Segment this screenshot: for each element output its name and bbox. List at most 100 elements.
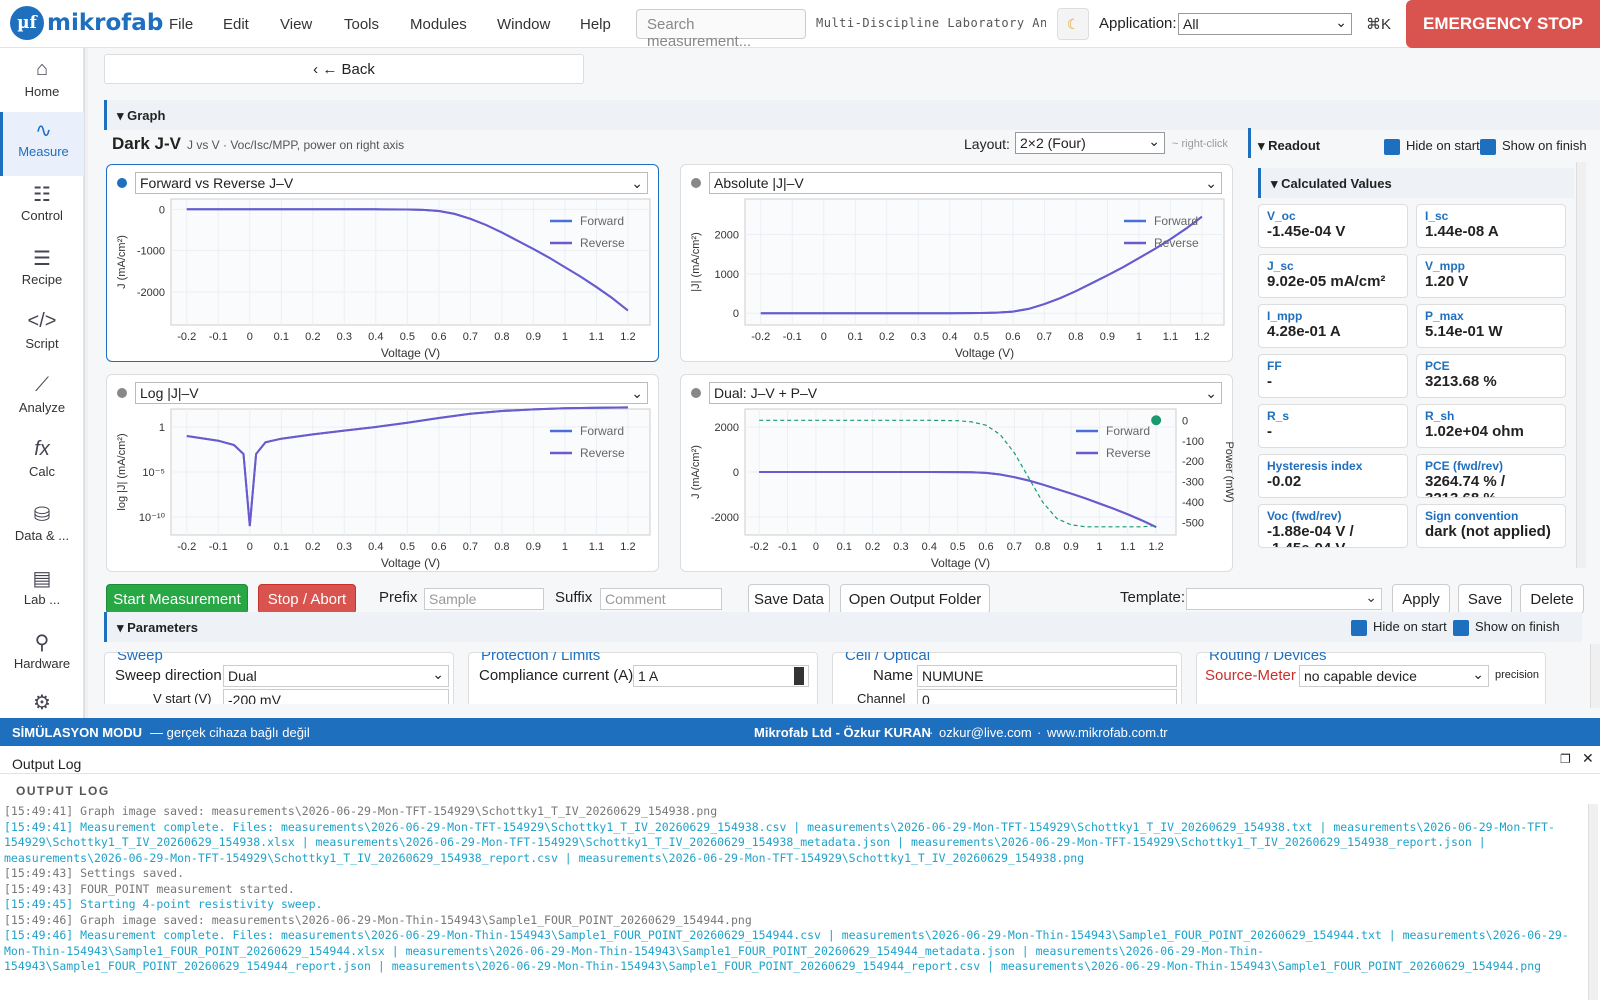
sidebar-item-home[interactable]: ⌂ Home bbox=[0, 52, 84, 116]
metric-hysteresis-index: Hysteresis index -0.02 bbox=[1258, 454, 1408, 498]
template-select[interactable]: ⌄ bbox=[1186, 588, 1382, 610]
back-button[interactable]: ‹ ← Back bbox=[104, 54, 584, 84]
params-show-on-finish-toggle[interactable]: Show on finish bbox=[1453, 619, 1560, 636]
plot-type-select[interactable]: Dual: J–V + P–V ⌄ bbox=[709, 382, 1222, 404]
y-tick-label: 0 bbox=[159, 204, 165, 216]
application-select[interactable]: All ⌄ bbox=[1178, 13, 1352, 35]
graph-section-header[interactable]: ▾ Graph bbox=[104, 100, 1600, 130]
chart-dual[interactable]: -0.2 -0.1 0 0.1 0.2 0.3 0.4 0.5 0.6 0.7 0.8 0.9 1 1.1… bbox=[681, 405, 1234, 573]
v-start-input[interactable]: -200 mV bbox=[223, 689, 449, 704]
source-meter-select[interactable]: no capable device ⌄ bbox=[1299, 665, 1489, 687]
plot-card-2[interactable]: Absolute |J|–V ⌄ -0.2 -0.1 0 0.1 0.2 0.3 0.4 0.5… bbox=[680, 164, 1233, 362]
readout-hide-on-start-toggle[interactable]: Hide on start bbox=[1384, 138, 1480, 155]
log-line: [15:49:43] FOUR_POINT measurement starte… bbox=[4, 881, 295, 896]
metric-sign-convention: Sign convention dark (not applied) bbox=[1416, 504, 1566, 548]
param-group-sweep: Sweep Sweep direction Dual ⌄ V start (V) … bbox=[104, 652, 454, 704]
search-input[interactable]: Search measurement... bbox=[636, 9, 806, 50]
channel-input[interactable]: 0 bbox=[917, 689, 1177, 704]
y-tick-label: -1000 bbox=[137, 246, 165, 258]
metric-key: Voc (fwd/rev) bbox=[1267, 509, 1342, 523]
menu-tools[interactable]: Tools bbox=[344, 16, 379, 33]
sidebar-item-lab[interactable]: ▤ Lab ... bbox=[0, 560, 84, 624]
param-group-title: Protection / Limits bbox=[481, 652, 601, 664]
plot-type-select[interactable]: Absolute |J|–V ⌄ bbox=[709, 172, 1222, 194]
emergency-stop-button[interactable]: EMERGENCY STOP bbox=[1406, 0, 1600, 48]
sidebar-item-analyze[interactable]: ⟋ Analyze bbox=[0, 368, 84, 432]
chart-forward-reverse[interactable]: -0.2 -0.1 0 0.1 0.2 0.3 0.4 0.5 0.6 0.7 0.8 0.9 1 1.1… bbox=[107, 195, 660, 363]
x-tick-label: -0.2 bbox=[751, 331, 770, 343]
theme-toggle-button[interactable]: ☾ bbox=[1057, 8, 1089, 40]
metric-v-mpp: V_mpp 1.20 V bbox=[1416, 254, 1566, 298]
template-delete-button[interactable]: Delete bbox=[1520, 584, 1584, 614]
chart-icon: ⟋ bbox=[35, 374, 49, 396]
metric-key: R_sh bbox=[1425, 409, 1455, 423]
menu-modules[interactable]: Modules bbox=[410, 16, 467, 33]
prefix-input[interactable]: Sample bbox=[424, 588, 544, 610]
menu-file[interactable]: File bbox=[169, 16, 193, 33]
open-output-folder-button[interactable]: Open Output Folder bbox=[840, 584, 990, 614]
menu-edit[interactable]: Edit bbox=[223, 16, 249, 33]
chart-log[interactable]: -0.2 -0.1 0 0.1 0.2 0.3 0.4 0.5 0.6 0.7 0.8 0.9 1 1.1… bbox=[107, 405, 660, 573]
plot-card-3[interactable]: Log |J|–V ⌄ -0.2 -0.1 0 0.1 0.2 0.3 0.4 0.5 0.6 0.… bbox=[106, 374, 659, 572]
metric-value: 9.02e-05 mA/cm² bbox=[1267, 273, 1386, 290]
website-link[interactable]: www.mikrofab.com.tr bbox=[1047, 725, 1168, 740]
restore-icon[interactable]: ❐ bbox=[1560, 752, 1571, 766]
x-tick-label: 0.7 bbox=[463, 541, 478, 553]
metric-j-sc: J_sc 9.02e-05 mA/cm² bbox=[1258, 254, 1408, 298]
x-tick-label: 0.7 bbox=[1007, 541, 1022, 553]
simulation-mode-note: — gerçek cihaza bağlı değil bbox=[150, 724, 310, 740]
command-palette-button[interactable]: ⌘K bbox=[1366, 15, 1391, 33]
plot-dot bbox=[117, 388, 127, 398]
template-apply-button[interactable]: Apply bbox=[1392, 584, 1450, 614]
source-meter-label: Source-Meter bbox=[1205, 667, 1296, 684]
email-link[interactable]: ozkur@live.com bbox=[939, 725, 1032, 740]
sweep-direction-value: Dual bbox=[228, 668, 257, 684]
output-log-scrollbar[interactable] bbox=[1588, 804, 1598, 1000]
stop-abort-button[interactable]: Stop / Abort bbox=[258, 584, 356, 614]
y2-tick-label: 0 bbox=[1182, 415, 1188, 427]
chevron-down-icon: ⌄ bbox=[432, 666, 444, 682]
company-label: Mikrofab Ltd - Özkur KURAN bbox=[754, 724, 931, 740]
sidebar-item-data[interactable]: ⛁ Data & ... bbox=[0, 496, 84, 560]
save-data-button[interactable]: Save Data bbox=[748, 584, 830, 614]
start-measurement-button[interactable]: Start Measurement bbox=[106, 584, 248, 614]
template-save-button[interactable]: Save bbox=[1458, 584, 1512, 614]
x-tick-label: 0.2 bbox=[305, 541, 320, 553]
menu-help[interactable]: Help bbox=[580, 16, 611, 33]
plot-card-1[interactable]: Forward vs Reverse J–V ⌄ -0.2 -0.1 0 0.1 0.2 0… bbox=[106, 164, 659, 362]
readout-scrollbar[interactable] bbox=[1576, 162, 1586, 568]
sidebar-item-label: Script bbox=[25, 336, 59, 351]
sweep-direction-select[interactable]: Dual ⌄ bbox=[223, 665, 449, 687]
chevron-down-icon: ⌄ bbox=[1335, 14, 1347, 30]
compliance-input[interactable]: 1 A bbox=[633, 665, 809, 687]
sidebar-item-control[interactable]: ☷ Control bbox=[0, 176, 84, 240]
sidebar-item-settings[interactable]: ⚙ bbox=[0, 684, 84, 714]
chart-absolute[interactable]: -0.2 -0.1 0 0.1 0.2 0.3 0.4 0.5 0.6 0.7 0.8 0.9 1 1.1… bbox=[681, 195, 1234, 363]
close-icon[interactable]: ✕ bbox=[1582, 750, 1594, 767]
sidebar-item-script[interactable]: </> Script bbox=[0, 304, 84, 368]
x-tick-label: 0.7 bbox=[463, 331, 478, 343]
x-tick-label: 1.2 bbox=[620, 331, 635, 343]
parameters-section-header[interactable]: ▾ Parameters Hide on start Show on finis… bbox=[104, 612, 1582, 642]
calculated-values-header[interactable]: ▾ Calculated Values bbox=[1258, 168, 1574, 198]
plot-type-select[interactable]: Log |J|–V ⌄ bbox=[135, 382, 648, 404]
sidebar-item-hardware[interactable]: ⚲ Hardware bbox=[0, 624, 84, 688]
params-hide-on-start-toggle[interactable]: Hide on start bbox=[1351, 619, 1447, 636]
layout-select[interactable]: 2×2 (Four) ⌄ bbox=[1015, 132, 1165, 154]
stepper-icon[interactable] bbox=[794, 667, 804, 685]
menu-window[interactable]: Window bbox=[497, 16, 550, 33]
sidebar-item-calc[interactable]: fx Calc bbox=[0, 432, 84, 496]
x-tick-label: 0.8 bbox=[494, 331, 509, 343]
suffix-input[interactable]: Comment bbox=[600, 588, 722, 610]
readout-show-on-finish-toggle[interactable]: Show on finish bbox=[1480, 138, 1587, 155]
plot-type-select[interactable]: Forward vs Reverse J–V ⌄ bbox=[135, 172, 648, 194]
plot-card-4[interactable]: Dual: J–V + P–V ⌄ -0.2 -0.1 0 0.1 0.2 0.3 0.4 0.… bbox=[680, 374, 1234, 573]
output-log-text[interactable]: [15:49:41] Graph image saved: measuremen… bbox=[4, 804, 1580, 1000]
metric-key: PCE bbox=[1425, 359, 1450, 373]
sidebar-item-measure[interactable]: ∿ Measure bbox=[0, 112, 84, 176]
params-scrollbar[interactable] bbox=[1590, 644, 1600, 708]
cell-name-input[interactable]: NUMUNE bbox=[917, 665, 1177, 687]
sidebar-item-recipe[interactable]: ☰ Recipe bbox=[0, 240, 84, 304]
plot-dot bbox=[691, 388, 701, 398]
menu-view[interactable]: View bbox=[280, 16, 312, 33]
